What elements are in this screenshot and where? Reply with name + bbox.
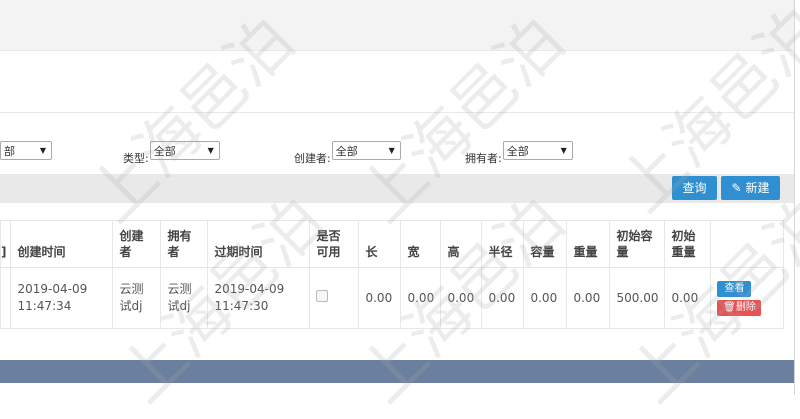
header-height: 高: [440, 220, 483, 268]
cell-creator: 云测 试dj: [112, 267, 162, 329]
type-select[interactable]: 全部 ▼: [149, 141, 220, 160]
available-checkbox[interactable]: [316, 289, 329, 302]
header-created-time: 创建时间: [10, 220, 114, 268]
header-weight: 重量: [566, 220, 611, 268]
header-capacity: 容量: [523, 220, 568, 268]
filter-type: 类型: 全部 ▼: [123, 141, 220, 165]
header-init-weight: 初始 重量: [664, 220, 712, 268]
header-length: 长: [358, 220, 402, 268]
cell-owner: 云测 试dj: [160, 267, 209, 329]
cell-weight: 0.00: [566, 267, 611, 329]
header-width: 宽: [400, 220, 442, 268]
right-edge: [794, 0, 800, 395]
pencil-icon: ✎: [731, 181, 742, 195]
top-header-bar: [0, 0, 794, 51]
cell-capacity: 0.00: [523, 267, 568, 329]
data-table: ] 创建时间 创建者 拥有者 过期时间 是否 可用 长 宽 高 半径 容量 重量 …: [0, 220, 785, 329]
cell-created-time: 2019-04-09 11:47:34: [10, 267, 114, 329]
footer-bar: [0, 360, 794, 383]
caret-down-icon: ▼: [207, 146, 214, 155]
header-creator: 创建者: [112, 220, 162, 268]
caret-down-icon: ▼: [560, 146, 567, 155]
table-cell: [0, 267, 12, 329]
header-expire-time: 过期时间: [207, 220, 311, 268]
filter-owner-label: 拥有者:: [465, 152, 502, 165]
filter-type-label: 类型:: [123, 152, 149, 165]
partial-select-value: 部: [4, 144, 15, 158]
header-actions: [710, 220, 785, 268]
cell-height: 0.00: [440, 267, 483, 329]
filter-creator-label: 创建者:: [294, 152, 331, 165]
caret-down-icon: ▼: [39, 146, 46, 155]
cell-available: [309, 267, 360, 329]
cell-length: 0.00: [358, 267, 402, 329]
partial-select[interactable]: 部 ▼: [0, 141, 52, 160]
owner-select[interactable]: 全部 ▼: [502, 141, 573, 160]
owner-select-value: 全部: [506, 144, 529, 158]
header-init-capacity: 初始容量: [609, 220, 666, 268]
delete-button[interactable]: 🗑删除: [717, 299, 762, 316]
new-button[interactable]: ✎ 新建: [721, 176, 780, 200]
delete-button-label: 删除: [735, 301, 756, 313]
filter-owner: 拥有者: 全部 ▼: [465, 141, 573, 165]
query-button[interactable]: 查询: [672, 176, 717, 200]
header-radius: 半径: [481, 220, 525, 268]
trash-icon: 🗑: [723, 301, 736, 313]
header-owner: 拥有者: [160, 220, 209, 268]
filter-creator: 创建者: 全部 ▼: [294, 141, 401, 165]
table-row: 2019-04-09 11:47:34 云测 试dj 云测 试dj 2019-04-0…: [0, 267, 785, 329]
type-select-value: 全部: [153, 144, 176, 158]
creator-select[interactable]: 全部 ▼: [331, 141, 401, 160]
panel-divider: [0, 112, 794, 113]
header-available: 是否 可用: [309, 220, 360, 268]
new-button-label: 新建: [745, 181, 770, 195]
cell-actions: 查看 🗑删除: [710, 267, 785, 329]
header-cell: ]: [0, 220, 12, 268]
cell-expire-time: 2019-04-09 11:47:30: [207, 267, 311, 329]
caret-down-icon: ▼: [388, 146, 395, 155]
creator-select-value: 全部: [335, 144, 358, 158]
cell-radius: 0.00: [481, 267, 525, 329]
filter-partial: 部 ▼: [0, 141, 52, 160]
table-header-row: ] 创建时间 创建者 拥有者 过期时间 是否 可用 长 宽 高 半径 容量 重量 …: [0, 220, 785, 268]
cell-width: 0.00: [400, 267, 442, 329]
view-button[interactable]: 查看: [717, 280, 752, 297]
cell-init-weight: 0.00: [664, 267, 712, 329]
cell-init-capacity: 500.00: [609, 267, 666, 329]
